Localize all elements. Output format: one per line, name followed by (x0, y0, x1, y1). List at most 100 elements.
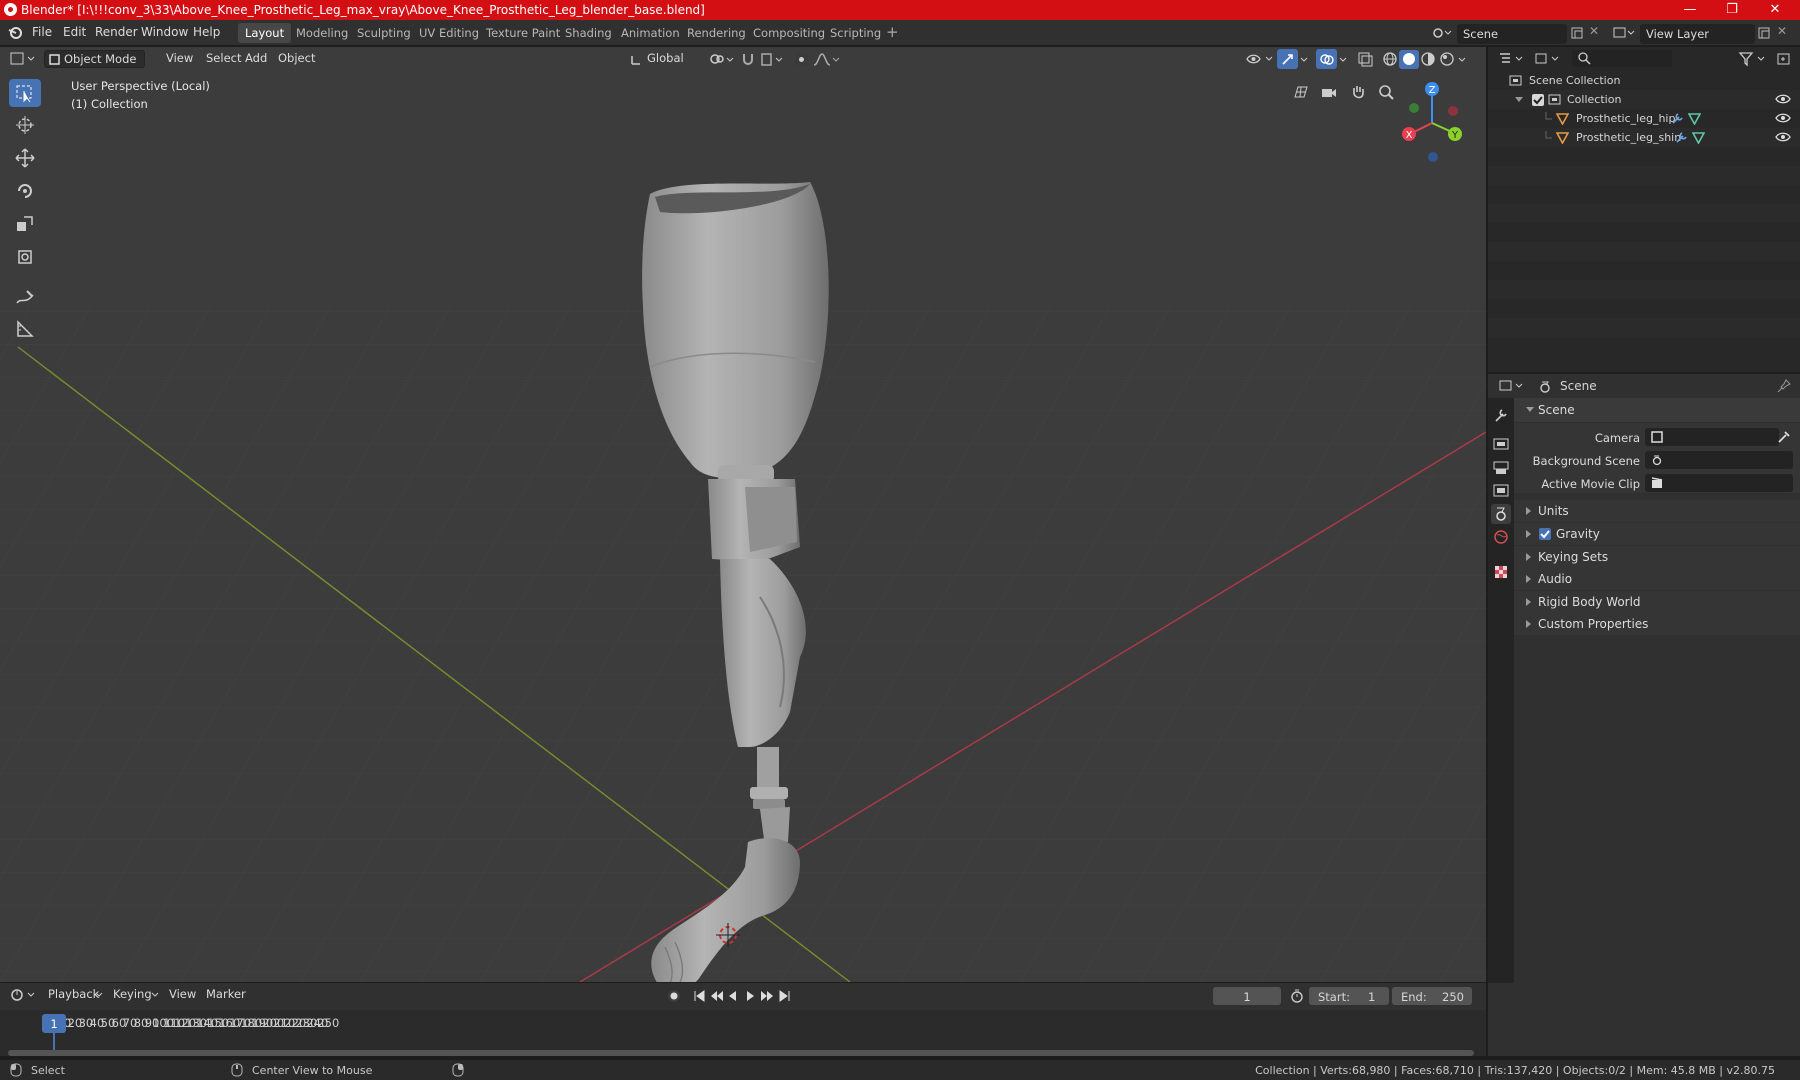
object-visibility-icon[interactable] (1245, 51, 1275, 67)
tab-modeling[interactable]: Modeling (289, 23, 355, 43)
annotate-tool[interactable] (9, 283, 41, 311)
proportional-edit-icon[interactable] (794, 52, 809, 67)
close-button[interactable]: ✕ (1755, 0, 1795, 20)
tab-texture-paint[interactable]: Texture Paint (479, 23, 567, 43)
editor-type-icon[interactable] (10, 51, 38, 67)
scene-field[interactable]: Scene (1457, 24, 1567, 44)
tab-view-layer[interactable] (1491, 481, 1511, 501)
scale-icon (17, 216, 33, 231)
menu-help[interactable]: Help (193, 25, 220, 39)
timeline-editor-type-icon[interactable] (10, 987, 38, 1003)
eye-icon[interactable] (1775, 131, 1791, 144)
audio-panel-header[interactable]: Audio (1514, 568, 1800, 590)
tab-animation[interactable]: Animation (614, 23, 687, 43)
pan-view-button[interactable] (1345, 79, 1371, 105)
pivot-point-icon[interactable] (708, 52, 734, 67)
xray-toggle-icon[interactable] (1357, 51, 1375, 67)
add-workspace-button[interactable]: + (886, 23, 899, 41)
3d-viewport[interactable]: Object Mode View Select Add Object Globa… (0, 47, 1486, 982)
gravity-panel-header[interactable]: Gravity (1514, 523, 1800, 545)
tab-texture[interactable] (1491, 562, 1511, 582)
tab-scripting[interactable]: Scripting (823, 23, 888, 43)
rendered-shading-icon[interactable] (1439, 52, 1455, 68)
outliner-editor-type-icon[interactable] (1498, 51, 1526, 67)
rigid-body-world-panel-header[interactable]: Rigid Body World (1514, 591, 1800, 613)
tab-rendering[interactable]: Rendering (680, 23, 753, 43)
navigation-gizmo[interactable]: Z X Y (1396, 75, 1476, 175)
custom-properties-panel-header[interactable]: Custom Properties (1514, 613, 1800, 635)
toggle-camera-view-button[interactable] (1288, 79, 1314, 105)
outliner-row-scene-collection[interactable]: Scene Collection (1488, 71, 1800, 90)
timeline-scrollbar[interactable] (8, 1050, 1474, 1056)
menu-object[interactable]: Object (272, 50, 321, 68)
snap-target-icon[interactable] (760, 52, 786, 67)
move-tool[interactable] (9, 144, 41, 172)
menu-render[interactable]: Render (95, 25, 138, 39)
eye-icon[interactable] (1775, 112, 1791, 125)
eye-icon[interactable] (1775, 93, 1791, 106)
tree-line-icon (1545, 112, 1552, 120)
scale-tool[interactable] (9, 210, 41, 238)
properties-editor-type-icon[interactable] (1498, 378, 1526, 394)
shading-dropdown-icon[interactable] (1457, 52, 1471, 67)
new-view-layer-icon[interactable] (1757, 26, 1771, 40)
minimize-button[interactable]: — (1670, 0, 1710, 20)
snap-icon[interactable] (741, 52, 756, 67)
wireframe-shading-icon[interactable] (1382, 51, 1398, 67)
select-box-tool[interactable] (9, 79, 41, 107)
mesh-data-icon (1692, 132, 1705, 144)
menu-view[interactable]: View (160, 50, 199, 68)
overlays-dropdown-icon[interactable] (1338, 52, 1352, 67)
keying-sets-panel-header[interactable]: Keying Sets (1514, 546, 1800, 568)
background-scene-field[interactable] (1645, 451, 1793, 469)
zoom-icon (1379, 85, 1394, 100)
rotate-tool[interactable] (9, 177, 41, 205)
tab-shading[interactable]: Shading (558, 23, 619, 43)
collapse-icon[interactable] (1515, 97, 1523, 102)
tab-scene[interactable] (1491, 504, 1511, 524)
outliner-row-prosthetic-leg-shin[interactable]: Prosthetic_leg_shin (1488, 128, 1800, 147)
active-movie-clip-field[interactable] (1645, 474, 1793, 492)
blender-menu-icon[interactable] (8, 26, 22, 40)
filter-icon[interactable] (1738, 51, 1768, 67)
scene-panel-header[interactable]: Scene (1514, 398, 1800, 422)
delete-view-layer-icon[interactable]: ✕ (1777, 24, 1787, 38)
units-panel-header[interactable]: Units (1514, 500, 1800, 522)
outliner-row-prosthetic-leg-hip[interactable]: Prosthetic_leg_hip (1488, 109, 1800, 128)
menu-add[interactable]: Add (239, 50, 273, 68)
tab-render[interactable] (1491, 434, 1511, 454)
transform-tool[interactable] (9, 243, 41, 271)
tab-tool[interactable] (1491, 406, 1511, 426)
tab-layout[interactable]: Layout (238, 23, 292, 43)
menu-file[interactable]: File (32, 25, 52, 39)
tab-sculpting[interactable]: Sculpting (350, 23, 418, 43)
scene-selector-icon[interactable] (1431, 25, 1455, 41)
menu-window[interactable]: Window (141, 25, 188, 39)
tab-uv-editing[interactable]: UV Editing (412, 23, 486, 43)
current-frame-field[interactable]: 1 (1213, 987, 1281, 1005)
eyedropper-icon[interactable] (1777, 430, 1791, 444)
timer-icon[interactable] (1290, 989, 1304, 1003)
maximize-button[interactable]: ❐ (1712, 0, 1752, 20)
material-preview-icon[interactable] (1420, 52, 1436, 68)
pin-icon[interactable] (1777, 379, 1791, 393)
menu-view[interactable]: View (163, 986, 202, 1004)
menu-edit[interactable]: Edit (63, 25, 86, 39)
gizmo-dropdown-icon[interactable] (1299, 52, 1313, 67)
display-mode-icon[interactable] (1534, 51, 1562, 67)
delete-scene-icon[interactable]: ✕ (1589, 24, 1599, 38)
outliner-row-collection[interactable]: Collection (1488, 90, 1800, 109)
camera-view-button[interactable] (1316, 79, 1342, 105)
tab-output[interactable] (1491, 458, 1511, 478)
menu-marker[interactable]: Marker (200, 986, 252, 1004)
tab-compositing[interactable]: Compositing (746, 23, 832, 43)
tab-world[interactable] (1491, 527, 1511, 547)
camera-field[interactable] (1645, 428, 1779, 446)
new-scene-icon[interactable] (1570, 26, 1584, 40)
measure-tool[interactable] (9, 315, 41, 343)
cursor-tool[interactable] (9, 111, 41, 139)
proportional-falloff-icon[interactable] (812, 52, 840, 67)
new-collection-icon[interactable] (1776, 51, 1792, 67)
view-layer-field[interactable]: View Layer (1640, 24, 1755, 44)
view-layer-selector-icon[interactable] (1612, 25, 1636, 41)
